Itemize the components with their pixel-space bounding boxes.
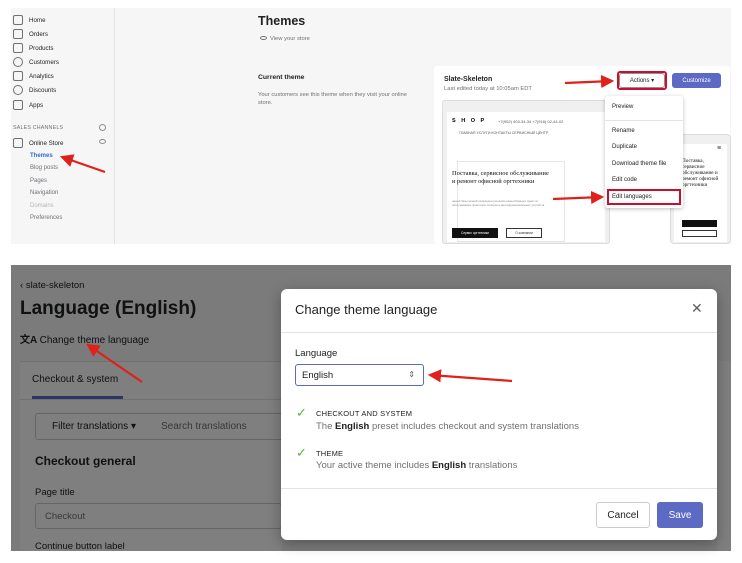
sidebar-item-home[interactable]: Home: [11, 13, 115, 27]
mobile-preview-button-primary: [682, 220, 717, 227]
store-icon: [13, 138, 23, 148]
bar-chart-icon: [13, 71, 23, 81]
language-label: Language: [295, 348, 338, 359]
sidebar-item-analytics[interactable]: Analytics: [11, 69, 115, 83]
sidebar-item-label: Customers: [29, 58, 59, 66]
preview-heading: Поставка, сервисное обслуживание и ремон…: [452, 170, 549, 185]
language-select-value: English: [302, 369, 334, 381]
sidebar-item-label: Home: [29, 16, 46, 24]
sidebar-item-label: Orders: [29, 30, 48, 38]
page-title: Themes: [258, 14, 306, 28]
orders-icon: [13, 29, 23, 39]
preview-button-primary: Сервис оргтехники: [452, 228, 498, 238]
current-theme-description: Your customers see this theme when they …: [258, 92, 407, 106]
sidebar-subitem-domains[interactable]: Domains: [30, 203, 54, 209]
sidebar-subitem-pages[interactable]: Pages: [30, 178, 47, 184]
sales-channels-heading: SALES CHANNELS: [13, 125, 64, 131]
hamburger-icon: ≡: [717, 145, 722, 152]
modal-divider: [281, 332, 717, 333]
edit-languages-highlight: [607, 189, 681, 205]
add-channel-icon[interactable]: [99, 124, 106, 131]
preview-paragraph: нашей базы знаний посвящена решению разн…: [452, 199, 545, 207]
checkout-system-title: CHECKOUT AND SYSTEM: [316, 409, 413, 418]
theme-edited-time: Last edited today at 10:05am EDT: [444, 86, 532, 92]
menu-divider: [605, 120, 683, 121]
discount-icon: [13, 85, 23, 95]
select-caret-icon: ⇕: [408, 370, 415, 379]
sidebar-item-label: Apps: [29, 101, 44, 109]
sidebar-subitem-themes[interactable]: Themes: [30, 153, 53, 159]
theme-name: Slate-Skeleton: [444, 76, 493, 83]
eye-icon: [260, 36, 267, 41]
sidebar-item-products[interactable]: Products: [11, 41, 115, 55]
cancel-button[interactable]: Cancel: [596, 502, 650, 528]
preview-nav: ГЛАВНАЯ УСЛУГИ КОНТАКТЫ СЕРВИСНЫЙ ЦЕНТР: [459, 131, 549, 135]
checkout-system-desc: The English preset includes checkout and…: [316, 421, 579, 432]
checkmark-icon: ✓: [296, 445, 307, 460]
preview-button-secondary: О компании: [506, 228, 542, 238]
close-icon[interactable]: ✕: [691, 300, 703, 317]
themes-screen: Home Orders Products Customers Analytics…: [11, 8, 731, 244]
sidebar-item-orders[interactable]: Orders: [11, 27, 115, 41]
mobile-preview-heading: Поставка, сервисное обслуживание и ремон…: [682, 158, 719, 188]
modal-footer-divider: [281, 488, 717, 489]
current-theme-heading: Current theme: [258, 74, 305, 81]
mobile-preview-button-secondary: [682, 230, 717, 237]
view-store-link[interactable]: View your store: [260, 36, 310, 42]
tag-icon: [13, 43, 23, 53]
theme-desc: Your active theme includes English trans…: [316, 460, 518, 471]
preview-logo: S H O P: [452, 118, 487, 124]
sidebar-item-label: Discounts: [29, 86, 57, 94]
admin-sidebar: Home Orders Products Customers Analytics…: [11, 8, 115, 244]
sidebar-subitem-navigation[interactable]: Navigation: [30, 190, 58, 196]
save-button[interactable]: Save: [657, 502, 703, 528]
modal-title: Change theme language: [295, 302, 438, 317]
sidebar-subitem-blog-posts[interactable]: Blog posts: [30, 165, 58, 171]
menu-item-download-theme-file[interactable]: Download theme file: [612, 161, 666, 167]
checkmark-icon: ✓: [296, 405, 307, 420]
sidebar-subitem-preferences[interactable]: Preferences: [30, 215, 62, 221]
view-store-label: View your store: [270, 36, 310, 42]
preview-phones: +7(902) 403-34-34 +7(916) 02-44-02: [498, 119, 564, 124]
menu-item-rename[interactable]: Rename: [612, 128, 635, 134]
customize-button[interactable]: Customize: [672, 73, 721, 88]
sidebar-item-label: Products: [29, 44, 54, 52]
language-select[interactable]: English ⇕: [295, 364, 424, 386]
sidebar-item-customers[interactable]: Customers: [11, 55, 115, 69]
menu-item-edit-code[interactable]: Edit code: [612, 177, 637, 183]
sidebar-item-label: Analytics: [29, 72, 54, 80]
view-icon[interactable]: [99, 139, 106, 144]
person-icon: [13, 57, 23, 67]
sidebar-item-discounts[interactable]: Discounts: [11, 83, 115, 97]
theme-title: THEME: [316, 449, 344, 458]
menu-item-duplicate[interactable]: Duplicate: [612, 144, 637, 150]
actions-highlight: [617, 71, 667, 90]
apps-icon: [13, 100, 23, 110]
home-icon: [13, 15, 23, 25]
menu-item-preview[interactable]: Preview: [612, 104, 633, 110]
sidebar-item-label: Online Store: [29, 139, 64, 147]
sidebar-item-apps[interactable]: Apps: [11, 98, 115, 112]
